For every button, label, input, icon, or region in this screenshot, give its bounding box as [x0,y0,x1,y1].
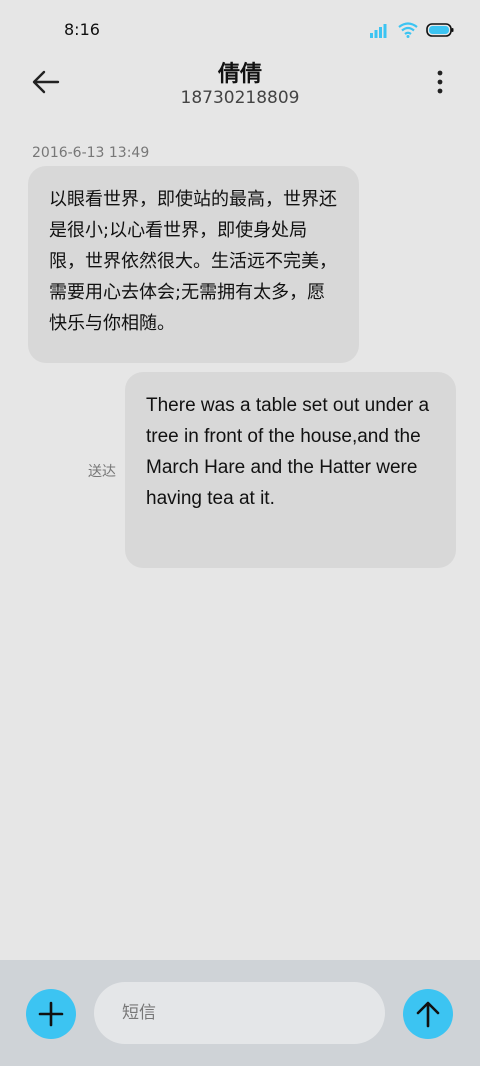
composer-bar [0,960,480,1066]
add-attachment-button[interactable] [26,989,76,1039]
status-time: 8:16 [64,20,100,39]
contact-number: 18730218809 [180,88,300,108]
conversation-header: 倩倩 18730218809 [0,54,480,112]
signal-icon [370,24,387,38]
send-button[interactable] [403,989,453,1039]
arrow-up-icon [416,1001,440,1028]
message-input[interactable] [94,982,385,1044]
more-vertical-icon[interactable] [434,70,446,94]
delivery-status: 送达 [88,464,116,480]
incoming-message-bubble[interactable]: 以眼看世界，即使站的最高，世界还是很小;以心看世界，即使身处局限，世界依然很大。… [28,166,359,363]
battery-icon [426,23,454,37]
plus-icon [38,1001,64,1027]
contact-name: 倩倩 [217,62,262,87]
status-icons [370,22,454,38]
outgoing-message-bubble[interactable]: There was a table set out under a tree i… [125,372,456,568]
status-bar: 8:16 [0,0,480,62]
message-timestamp: 2016-6-13 13:49 [32,145,150,161]
wifi-icon [398,22,418,38]
